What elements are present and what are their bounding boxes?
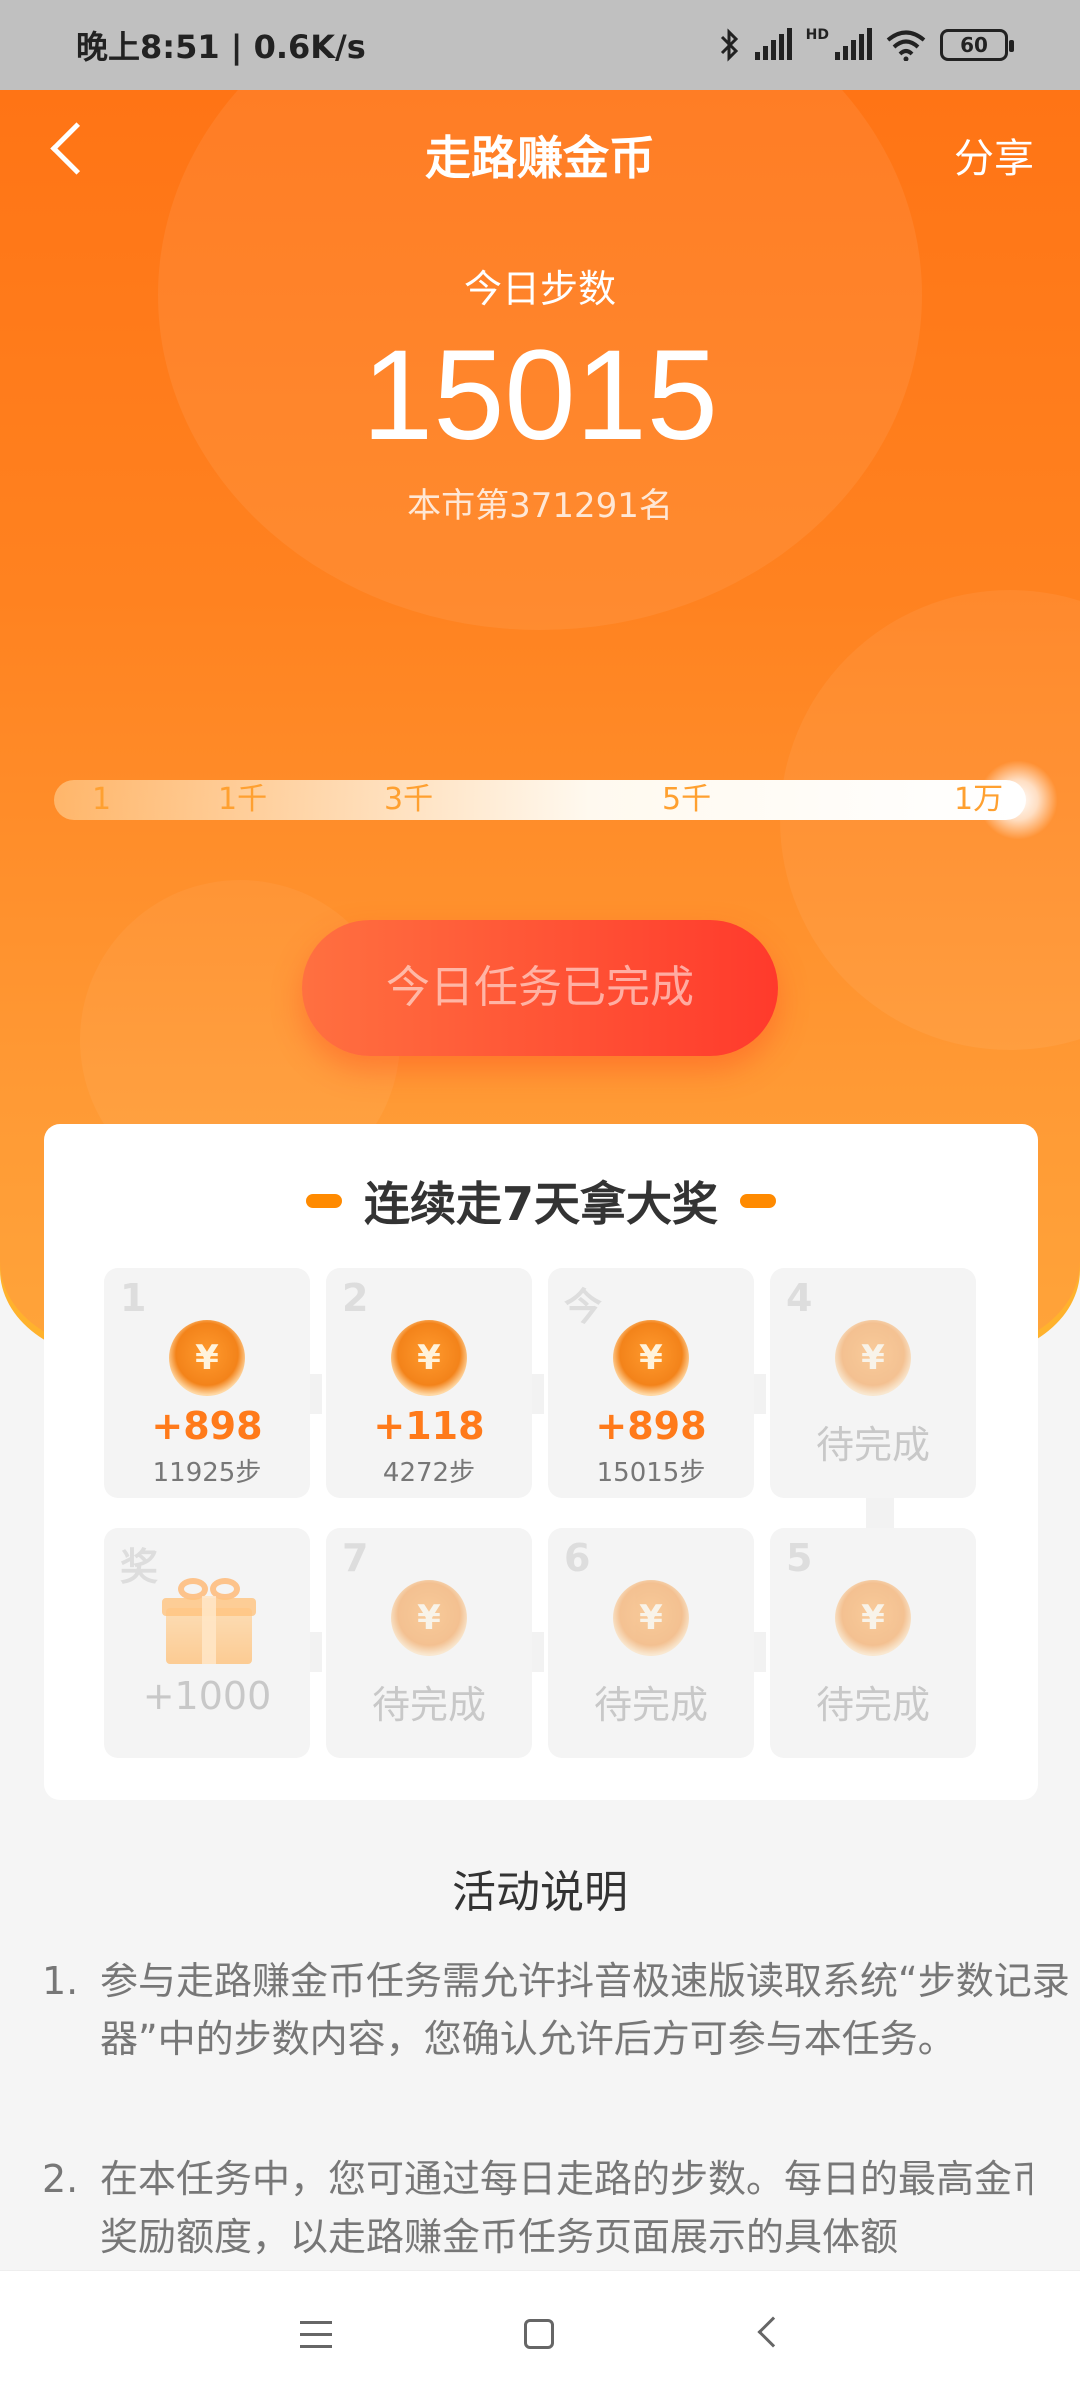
day-reward: +118 (373, 1404, 485, 1448)
progress-tick: 1千 (218, 782, 268, 817)
day-reward: +898 (151, 1404, 263, 1448)
back-nav-icon[interactable] (757, 2316, 789, 2348)
coin-symbol: ¥ (861, 1338, 885, 1378)
status-bar: 晚上8:51 | 0.6K/s HD 60 (0, 0, 1080, 90)
day-index: 5 (786, 1536, 813, 1580)
battery-level: 60 (960, 33, 988, 57)
cell-signal-icon (754, 28, 792, 60)
gift-ribbon (202, 1596, 216, 1664)
coin-icon: ¥ (835, 1580, 911, 1656)
step-progress-bar (54, 780, 1026, 820)
bluetooth-icon (720, 28, 738, 62)
gift-icon (162, 1578, 256, 1664)
description-number: 1. (42, 1959, 79, 2003)
day-index: 7 (342, 1536, 369, 1580)
progress-tick: 1 (92, 782, 112, 817)
description-item: 1. 参与走路赚金币任务需允许抖音极速版读取系统“步数记录器”中的步数内容，您确… (42, 1952, 1070, 2126)
day-index: 今 (564, 1285, 603, 1329)
coin-symbol: ¥ (195, 1338, 219, 1378)
coin-symbol: ¥ (639, 1338, 663, 1378)
battery-icon: 60 (940, 29, 1014, 61)
day-card-7[interactable]: 7 ¥ 待完成 (326, 1528, 532, 1758)
day-card-1[interactable]: 1 ¥ +898 11925步 (104, 1268, 310, 1498)
coin-symbol: ¥ (639, 1598, 663, 1638)
title-dash-right (740, 1194, 776, 1208)
pending-label: 待完成 (815, 1423, 930, 1467)
pending-label: 待完成 (371, 1683, 486, 1727)
city-rank: 本市第371291名 (407, 486, 673, 526)
coin-icon: ¥ (835, 1320, 911, 1396)
today-steps-label: 今日步数 (463, 267, 616, 311)
coin-icon: ¥ (613, 1320, 689, 1396)
coin-icon: ¥ (391, 1580, 467, 1656)
recents-menu-icon[interactable] (300, 2321, 332, 2349)
day-card-4[interactable]: 4 ¥ 待完成 (770, 1268, 976, 1498)
coin-icon: ¥ (391, 1320, 467, 1396)
progress-tick: 5千 (662, 782, 712, 817)
day-index: 1 (120, 1276, 147, 1320)
description-text: 在本任务中，您可通过每日走路的步数。每日的最高金币奖励额度，以走路赚金币任务页面… (100, 2157, 1032, 2259)
pending-label: 待完成 (593, 1683, 708, 1727)
pending-label: 待完成 (815, 1683, 930, 1727)
coin-symbol: ¥ (417, 1338, 441, 1378)
coin-icon: ¥ (613, 1580, 689, 1656)
today-steps-value: 15015 (362, 324, 718, 467)
status-icons: HD 60 (719, 27, 1014, 62)
streak-title: 连续走7天拿大奖 (363, 1177, 718, 1231)
coin-symbol: ¥ (417, 1598, 441, 1638)
description-item: 2. 在本任务中，您可通过每日走路的步数。每日的最高金币奖励额度，以走路赚金币任… (42, 2150, 1032, 2270)
day-steps: 4272步 (382, 1458, 476, 1488)
progress-tick: 1万 (954, 782, 1004, 817)
hd-badge: HD (805, 27, 829, 43)
cell-signal-2-icon (835, 28, 872, 60)
activity-description-title: 活动说明 (452, 1867, 628, 1918)
task-complete-button[interactable]: 今日任务已完成 (302, 920, 778, 1056)
day-index: 6 (564, 1536, 591, 1580)
status-time: 晚上8:51 | 0.6K/s (76, 28, 366, 66)
system-nav-bar (0, 2270, 1080, 2400)
description-number: 2. (42, 2157, 79, 2201)
progress-tick: 3千 (384, 782, 434, 817)
day-index: 4 (786, 1276, 813, 1320)
day-card-2[interactable]: 2 ¥ +118 4272步 (326, 1268, 532, 1498)
coin-symbol: ¥ (861, 1598, 885, 1638)
day-card-6[interactable]: 6 ¥ 待完成 (548, 1528, 754, 1758)
grand-prize-card[interactable]: 奖 +1000 (104, 1528, 310, 1758)
description-text: 参与走路赚金币任务需允许抖音极速版读取系统“步数记录器”中的步数内容，您确认允许… (100, 1959, 1070, 2061)
day-index: 2 (342, 1276, 369, 1320)
page-title: 走路赚金币 (425, 131, 655, 185)
day-steps: 11925步 (152, 1458, 262, 1488)
grand-prize-reward: +1000 (142, 1674, 272, 1718)
day-card-5[interactable]: 5 ¥ 待完成 (770, 1528, 976, 1758)
day-reward: +898 (595, 1404, 707, 1448)
streak-card: 连续走7天拿大奖 1 ¥ +898 11925步 2 ¥ +118 4272步 … (44, 1124, 1038, 1800)
day-card-today[interactable]: 今 ¥ +898 15015步 (548, 1268, 754, 1498)
share-button[interactable]: 分享 (954, 126, 1034, 184)
day-index: 奖 (120, 1545, 159, 1589)
home-icon[interactable] (524, 2319, 554, 2349)
coin-icon: ¥ (169, 1320, 245, 1396)
wifi-icon (886, 30, 926, 61)
day-steps: 15015步 (596, 1458, 706, 1488)
